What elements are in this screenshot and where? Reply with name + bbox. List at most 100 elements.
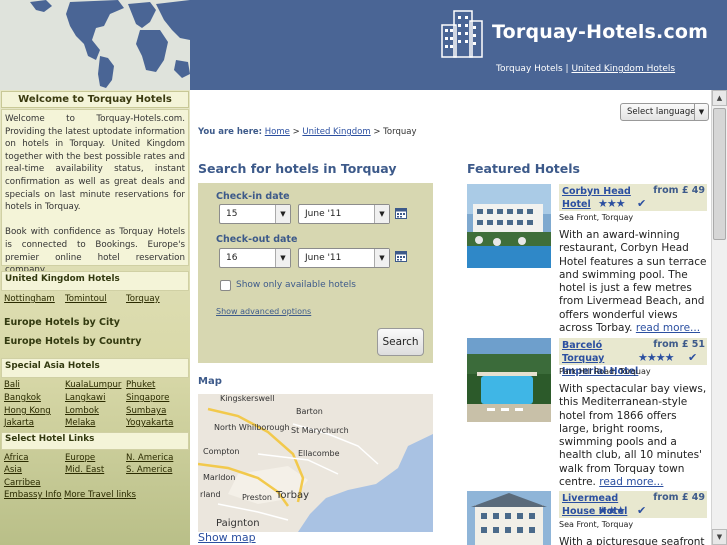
region-link-n-america[interactable]: N. America xyxy=(126,453,173,463)
asia-link-langkawi[interactable]: Langkawi xyxy=(65,393,105,403)
search-button[interactable]: Search xyxy=(377,328,424,356)
asia-link-hong-kong[interactable]: Hong Kong xyxy=(4,406,51,416)
header-link-torquay[interactable]: Torquay Hotels xyxy=(496,64,563,74)
region-link-europe[interactable]: Europe xyxy=(65,453,95,463)
hotel-photo[interactable] xyxy=(467,338,551,422)
asia-link-bangkok[interactable]: Bangkok xyxy=(4,393,41,403)
hotel-description-text: With a picturesque seafront xyxy=(559,536,705,545)
checkout-day-select[interactable]: 16 ▼ xyxy=(219,248,291,268)
asia-link-phuket[interactable]: Phuket xyxy=(126,380,155,390)
asia-link-kualalumpur[interactable]: KualaLumpur xyxy=(65,380,121,390)
asia-hotels-header-box: Special Asia Hotels xyxy=(1,358,189,378)
chevron-down-icon: ▼ xyxy=(275,249,290,267)
checkin-day-select[interactable]: 15 ▼ xyxy=(219,204,291,224)
header-separator: | xyxy=(565,64,569,74)
welcome-title: Welcome to Torquay Hotels xyxy=(1,91,189,108)
page: Torquay-Hotels.com Torquay Hotels | Unit… xyxy=(0,0,727,545)
more-travel-links-link[interactable]: More Travel links xyxy=(64,490,136,500)
sidebar: Welcome to Torquay Hotels Welcome to Tor… xyxy=(0,90,190,545)
hotel-description: With an award-winning restaurant, Corbyn… xyxy=(559,229,707,335)
chevron-down-icon: ▼ xyxy=(275,205,290,223)
checkout-month-select[interactable]: June '11 ▼ xyxy=(298,248,390,268)
welcome-text: Welcome to Torquay-Hotels.com. Providing… xyxy=(1,109,189,275)
asia-hotels-title: Special Asia Hotels xyxy=(5,361,100,371)
map-title: Map xyxy=(198,376,222,387)
checkmark-icon: ✔ xyxy=(688,351,698,364)
map-label-paignton: Paignton xyxy=(216,518,260,529)
uk-link-nottingham[interactable]: Nottingham xyxy=(4,294,55,304)
uk-link-torquay[interactable]: Torquay xyxy=(126,294,160,304)
breadcrumb-separator: > xyxy=(373,127,381,137)
hotel-building-icon xyxy=(441,10,483,58)
hotel-photo[interactable] xyxy=(467,491,551,545)
hotel-description-text: With spectacular bay views, this Mediter… xyxy=(559,383,707,489)
embassy-info-link[interactable]: Embassy Info xyxy=(4,490,62,500)
scroll-thumb[interactable] xyxy=(713,108,726,240)
hotel-star-rating: ★★★ xyxy=(598,504,626,517)
asia-link-jakarta[interactable]: Jakarta xyxy=(4,418,34,428)
breadcrumb-home[interactable]: Home xyxy=(265,127,290,137)
uk-hotels-title: United Kingdom Hotels xyxy=(5,274,120,284)
checkout-label: Check-out date xyxy=(216,234,298,245)
region-link-s-america[interactable]: S. America xyxy=(126,465,172,475)
region-link-carribea[interactable]: Carribea xyxy=(4,478,41,488)
calendar-icon[interactable] xyxy=(395,208,407,219)
breadcrumb-current: Torquay xyxy=(383,127,417,137)
hotel-photo[interactable] xyxy=(467,184,551,268)
vertical-scrollbar[interactable]: ▲ ▼ xyxy=(711,90,727,545)
region-link-asia[interactable]: Asia xyxy=(4,465,22,475)
breadcrumb-uk[interactable]: United Kingdom xyxy=(302,127,370,137)
checkmark-icon: ✔ xyxy=(637,504,647,517)
europe-hotels-by-country[interactable]: Europe Hotels by Country xyxy=(4,336,194,347)
hotel-photo-image xyxy=(467,338,551,422)
checkin-month-value: June '11 xyxy=(305,209,342,219)
hotel-card: Corbyn Head Hotel from £ 49 ★★★ ✔ Sea Fr… xyxy=(467,184,707,334)
world-map-banner xyxy=(0,0,190,90)
featured-hotels-title: Featured Hotels xyxy=(467,161,580,176)
asia-link-lombok[interactable]: Lombok xyxy=(65,406,99,416)
checkin-day-value: 15 xyxy=(226,209,238,219)
europe-hotels-by-city[interactable]: Europe Hotels by City xyxy=(4,317,194,328)
asia-link-yogyakarta[interactable]: Yogyakarta xyxy=(126,418,173,428)
region-link-africa[interactable]: Africa xyxy=(4,453,29,463)
map-label-barton: Barton xyxy=(296,407,323,416)
checkout-day-value: 16 xyxy=(226,253,238,263)
hotel-card: Barceló Torquay Imperial Hotel from £ 51… xyxy=(467,338,707,489)
advanced-options-link[interactable]: Show advanced options xyxy=(216,307,311,316)
scroll-up-arrow-icon[interactable]: ▲ xyxy=(712,90,727,106)
world-map-graphic xyxy=(0,0,190,90)
checkin-month-select[interactable]: June '11 ▼ xyxy=(298,204,390,224)
calendar-icon[interactable] xyxy=(395,251,407,262)
search-form: Check-in date 15 ▼ June '11 ▼ Check-out … xyxy=(198,183,433,363)
hotel-description-text: With an award-winning restaurant, Corbyn… xyxy=(559,229,707,335)
region-link-mid-east[interactable]: Mid. East xyxy=(65,465,104,475)
map-label-north-whilborough: North Whilborough xyxy=(214,423,290,432)
show-map-link[interactable]: Show map xyxy=(198,531,256,544)
hotel-price: from £ 51 xyxy=(653,339,705,350)
asia-link-singapore[interactable]: Singapore xyxy=(126,393,169,403)
uk-link-tomintoul[interactable]: Tomintoul xyxy=(65,294,107,304)
language-select[interactable]: Select language ▼ xyxy=(620,103,709,121)
checkmark-icon: ✔ xyxy=(637,197,647,210)
checkout-month-value: June '11 xyxy=(305,253,342,263)
asia-link-melaka[interactable]: Melaka xyxy=(65,418,95,428)
map-label-kingskerswell: Kingskerswell xyxy=(220,394,274,403)
map-label-ellacombe: Ellacombe xyxy=(298,449,340,458)
map-view[interactable]: Kingskerswell Barton North Whilborough S… xyxy=(198,394,433,532)
hotel-price: from £ 49 xyxy=(653,185,705,196)
hotel-header: Barceló Torquay Imperial Hotel from £ 51… xyxy=(559,338,707,377)
site-title: Torquay-Hotels.com xyxy=(492,21,709,43)
scroll-down-arrow-icon[interactable]: ▼ xyxy=(712,529,727,545)
map-label-st-marychurch: St Marychurch xyxy=(291,426,349,435)
read-more-link[interactable]: read more... xyxy=(599,476,663,488)
available-only-checkbox[interactable] xyxy=(220,280,231,291)
asia-link-bali[interactable]: Bali xyxy=(4,380,20,390)
checkin-label: Check-in date xyxy=(216,191,290,202)
hotel-address: Sea Front, Torquay xyxy=(559,213,634,222)
asia-link-sumbaya[interactable]: Sumbaya xyxy=(126,406,166,416)
header-link-uk[interactable]: United Kingdom Hotels xyxy=(571,64,675,74)
select-hotel-links-title: Select Hotel Links xyxy=(5,434,95,444)
hotel-address: Sea Front, Torquay xyxy=(559,520,634,529)
read-more-link[interactable]: read more... xyxy=(636,322,700,334)
hotel-description: With a picturesque seafront xyxy=(559,536,707,545)
